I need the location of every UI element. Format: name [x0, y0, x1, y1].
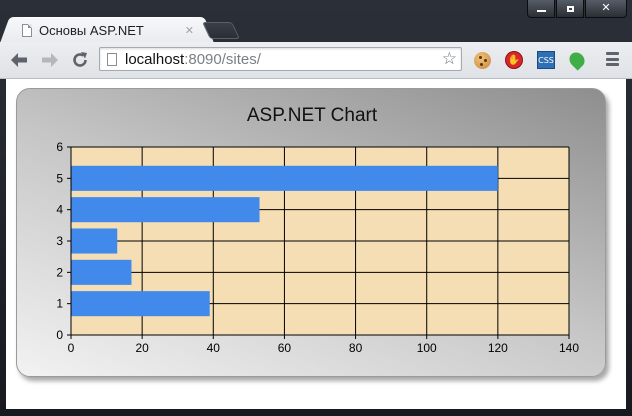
x-tick-label: 60: [278, 341, 292, 355]
bar: [71, 228, 118, 254]
tab-active[interactable]: Основы ASP.NET ✕: [12, 17, 202, 42]
close-icon: ✕: [601, 2, 611, 14]
address-text[interactable]: localhost:8090/sites/: [125, 51, 261, 68]
address-host: localhost: [125, 51, 185, 68]
cookie-icon: [473, 51, 491, 69]
x-tick-label: 120: [488, 341, 508, 355]
leaf-extension-button[interactable]: [566, 49, 588, 71]
tab-close-icon[interactable]: ✕: [185, 24, 194, 37]
y-tick-label: 3: [56, 234, 63, 248]
cookie-extension-button[interactable]: [472, 50, 492, 70]
chart-title: ASP.NET Chart: [247, 105, 378, 126]
tab-strip: Основы ASP.NET ✕: [0, 16, 632, 42]
arrow-right-icon: [42, 53, 58, 67]
tab-title: Основы ASP.NET: [39, 22, 144, 38]
bar-chart: ASP.NET Chart 0 20 40 60 80 100 120 140 0 1 2 3 4 5 6: [56, 105, 579, 355]
x-tick-label: 20: [135, 341, 149, 355]
back-button[interactable]: [9, 50, 29, 70]
page-viewport: ASP.NET Chart 0 20 40 60 80 100 120 140 0 1 2 3 4 5 6: [6, 79, 626, 409]
stop-icon: ✋: [505, 51, 523, 69]
y-tick-label: 2: [56, 265, 63, 279]
y-tick-label: 6: [56, 140, 63, 154]
css-icon: CSS: [537, 51, 555, 69]
bar: [71, 165, 498, 191]
page-icon: [22, 23, 32, 37]
reload-button[interactable]: [70, 50, 90, 70]
x-tick-label: 40: [207, 341, 221, 355]
x-tick-label: 140: [559, 341, 579, 355]
leaf-icon: [566, 49, 588, 71]
x-tick-label: 80: [349, 341, 363, 355]
minimize-icon: [536, 10, 546, 12]
y-tick-label: 1: [56, 297, 63, 311]
chart-panel: ASP.NET Chart 0 20 40 60 80 100 120 140 0 1 2 3 4 5 6: [16, 88, 606, 377]
css-extension-button[interactable]: CSS: [536, 50, 556, 70]
bar: [71, 291, 210, 317]
x-tick-label: 100: [417, 341, 437, 355]
y-tick-label: 4: [56, 203, 63, 217]
arrow-left-icon: [11, 53, 27, 67]
bar: [71, 197, 260, 223]
maximize-icon: [566, 5, 574, 12]
bookmark-star-icon[interactable]: ☆: [442, 49, 457, 69]
plot-area: 0 20 40 60 80 100 120 140 0 1 2 3 4 5 6: [56, 140, 579, 355]
page-icon: [107, 53, 117, 66]
menu-button[interactable]: [606, 52, 619, 66]
y-tick-label: 5: [56, 171, 63, 185]
forward-button[interactable]: [40, 50, 60, 70]
address-bar[interactable]: localhost:8090/sites/ ☆: [99, 47, 462, 71]
browser-window: ✕ Основы ASP.NET ✕ localhost:8090/sites/…: [0, 0, 632, 416]
bar: [71, 259, 132, 285]
x-tick-label: 0: [68, 341, 75, 355]
stop-extension-button[interactable]: ✋: [504, 50, 524, 70]
y-tick-label: 0: [56, 328, 63, 342]
reload-icon: [73, 52, 87, 67]
address-path: :8090/sites/: [184, 51, 261, 68]
browser-toolbar: localhost:8090/sites/ ☆ ✋ CSS: [0, 42, 632, 79]
